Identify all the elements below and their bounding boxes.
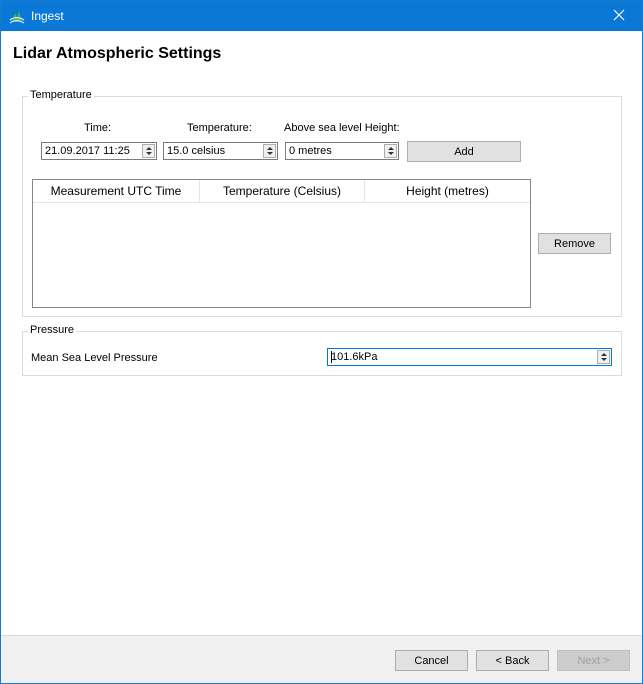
ingest-window: Ingest Lidar Atmospheric Settings Temper… xyxy=(0,0,643,684)
temperature-group-label: Temperature xyxy=(28,89,94,101)
height-value: 0 metres xyxy=(289,145,332,157)
title-bar[interactable]: Ingest xyxy=(1,1,642,31)
window-title: Ingest xyxy=(31,9,64,23)
next-button[interactable]: Next > xyxy=(557,650,630,671)
column-header-temperature-celsius[interactable]: Temperature (Celsius) xyxy=(200,180,365,202)
spin-down-icon[interactable] xyxy=(388,152,394,155)
height-spin-arrows[interactable] xyxy=(384,144,397,158)
table-header: Measurement UTC Time Temperature (Celsiu… xyxy=(33,180,530,203)
pressure-value: 101.6kPa xyxy=(331,351,378,363)
pressure-spin-arrows[interactable] xyxy=(597,350,610,364)
height-label: Above sea level Height: xyxy=(284,122,400,134)
temperature-label: Temperature: xyxy=(187,122,252,134)
temperature-group: Temperature Time: Temperature: Above sea… xyxy=(22,89,622,317)
temperature-spinbox[interactable]: 15.0 celsius xyxy=(163,142,278,160)
ingest-app-icon xyxy=(9,8,25,24)
mean-sea-level-pressure-label: Mean Sea Level Pressure xyxy=(31,352,158,364)
temperature-measurements-table[interactable]: Measurement UTC Time Temperature (Celsiu… xyxy=(32,179,531,308)
add-button[interactable]: Add xyxy=(407,141,521,162)
temperature-spin-arrows[interactable] xyxy=(263,144,276,158)
pressure-spinbox[interactable]: 101.6kPa xyxy=(327,348,612,366)
close-button[interactable] xyxy=(596,1,642,31)
temperature-value: 15.0 celsius xyxy=(167,145,226,157)
time-spinbox[interactable]: 21.09.2017 11:25 xyxy=(41,142,157,160)
spin-down-icon[interactable] xyxy=(601,358,607,361)
close-icon xyxy=(613,9,625,24)
spin-down-icon[interactable] xyxy=(267,152,273,155)
page-title: Lidar Atmospheric Settings xyxy=(13,45,222,62)
time-spin-arrows[interactable] xyxy=(142,144,155,158)
back-button[interactable]: < Back xyxy=(476,650,549,671)
spin-up-icon[interactable] xyxy=(267,147,273,150)
wizard-footer: Cancel < Back Next > xyxy=(1,635,642,683)
time-label: Time: xyxy=(84,122,112,134)
remove-button[interactable]: Remove xyxy=(538,233,611,254)
cancel-button[interactable]: Cancel xyxy=(395,650,468,671)
spin-up-icon[interactable] xyxy=(601,353,607,356)
pressure-group-label: Pressure xyxy=(28,324,77,336)
spin-up-icon[interactable] xyxy=(146,147,152,150)
time-value: 21.09.2017 11:25 xyxy=(45,145,130,157)
pressure-group: Pressure Mean Sea Level Pressure 101.6kP… xyxy=(22,324,622,376)
spin-up-icon[interactable] xyxy=(388,147,394,150)
column-header-height-metres[interactable]: Height (metres) xyxy=(365,180,530,202)
height-spinbox[interactable]: 0 metres xyxy=(285,142,399,160)
spin-down-icon[interactable] xyxy=(146,152,152,155)
column-header-measurement-utc-time[interactable]: Measurement UTC Time xyxy=(33,180,200,202)
